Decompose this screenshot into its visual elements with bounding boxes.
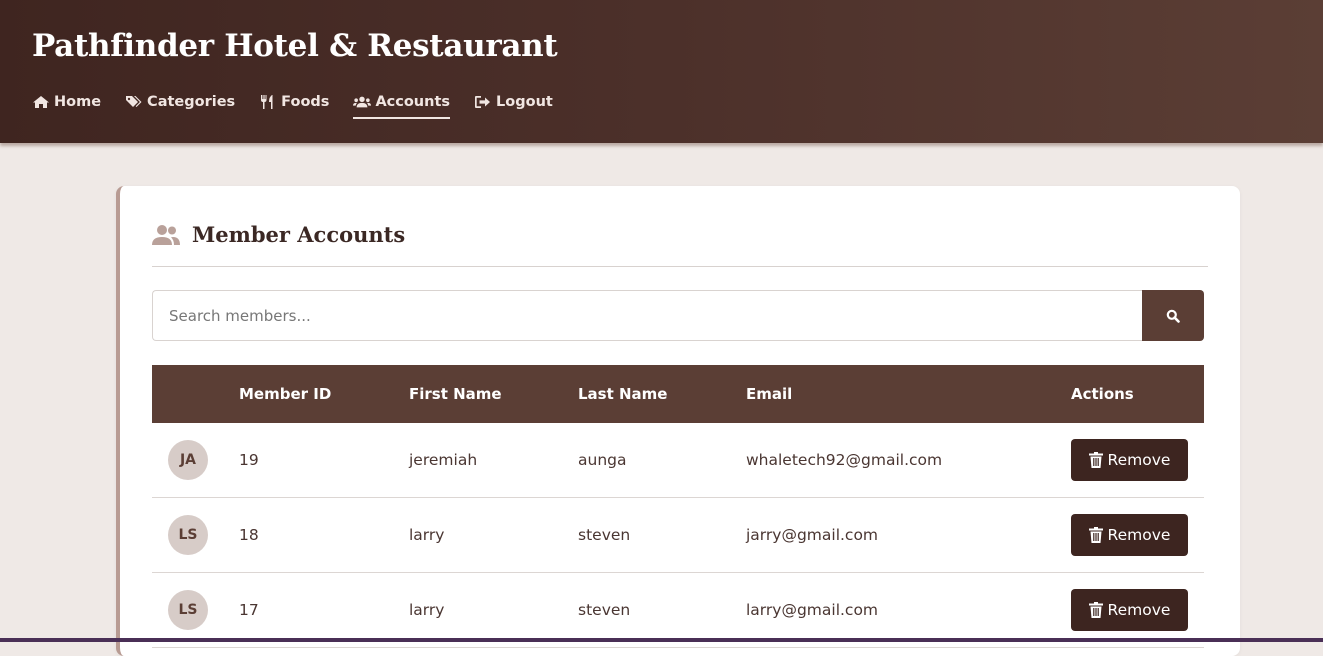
search-input[interactable] [152,290,1142,341]
nav-accounts[interactable]: Accounts [353,90,451,119]
site-header: Pathfinder Hotel & Restaurant Home Categ… [0,0,1323,143]
avatar-cell: LS [152,515,239,555]
tags-icon [125,95,143,109]
member-id: 19 [239,451,259,469]
nav-foods[interactable]: Foods [259,90,329,114]
search-bar [152,290,1204,341]
column-header-actions: Actions [1071,385,1134,403]
site-title[interactable]: Pathfinder Hotel & Restaurant [32,28,558,64]
card-title: Member Accounts [192,222,406,247]
table-header: Member ID First Name Last Name Email Act… [152,365,1204,423]
trash-icon [1088,452,1103,468]
nav-home[interactable]: Home [32,90,101,114]
actions-cell: Remove [1071,589,1204,631]
member-id: 18 [239,526,259,544]
nav-accounts-label: Accounts [375,94,451,110]
member-accounts-card: Member Accounts Member ID First Name Las… [116,186,1240,656]
remove-button[interactable]: Remove [1071,514,1188,556]
nav-categories[interactable]: Categories [125,90,235,114]
sign-out-icon [474,95,492,109]
nav-foods-label: Foods [281,94,330,110]
table-row: JA 19 jeremiah aunga whaletech92@gmail.c… [152,423,1204,498]
main-nav: Home Categories Foods Accounts Logout [32,90,577,119]
first-name: jeremiah [409,451,478,469]
utensils-icon [259,95,277,109]
table-row: LS 18 larry steven jarry@gmail.com Remov… [152,498,1204,573]
avatar: LS [168,590,208,630]
home-icon [32,95,50,109]
avatar: LS [168,515,208,555]
remove-button-label: Remove [1107,601,1171,619]
trash-icon [1088,602,1103,618]
bottom-edge [0,638,1323,642]
nav-home-label: Home [54,94,102,110]
actions-cell: Remove [1071,514,1204,556]
nav-categories-label: Categories [147,94,236,110]
users-icon [353,95,372,109]
members-table: Member ID First Name Last Name Email Act… [152,365,1204,648]
column-header-member-id: Member ID [239,385,332,403]
card-header: Member Accounts [152,214,1208,267]
nav-logout[interactable]: Logout [474,90,553,114]
remove-button-label: Remove [1107,451,1171,469]
column-header-email: Email [746,385,793,403]
remove-button-label: Remove [1107,526,1171,544]
column-header-first-name: First Name [409,385,502,403]
actions-cell: Remove [1071,439,1204,481]
search-icon [1166,309,1180,323]
trash-icon [1088,527,1103,543]
first-name: larry [409,526,445,544]
last-name: steven [578,526,631,544]
first-name: larry [409,601,445,619]
nav-logout-label: Logout [496,94,553,110]
email: larry@gmail.com [746,601,879,619]
users-icon [152,224,180,246]
avatar-cell: JA [152,440,239,480]
last-name: aunga [578,451,627,469]
search-button[interactable] [1142,290,1204,341]
remove-button[interactable]: Remove [1071,589,1188,631]
column-header-last-name: Last Name [578,385,668,403]
email: jarry@gmail.com [746,526,879,544]
table-row: LS 17 larry steven larry@gmail.com Remov… [152,573,1204,648]
remove-button[interactable]: Remove [1071,439,1188,481]
email: whaletech92@gmail.com [746,451,943,469]
member-id: 17 [239,601,259,619]
avatar: JA [168,440,208,480]
last-name: steven [578,601,631,619]
avatar-cell: LS [152,590,239,630]
